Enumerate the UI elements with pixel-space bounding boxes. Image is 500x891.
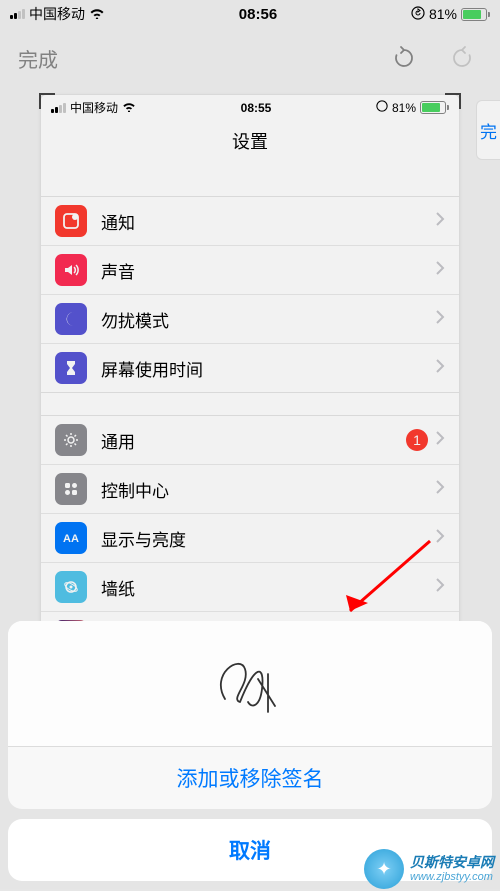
wifi-icon bbox=[122, 101, 136, 115]
status-time: 08:56 bbox=[239, 6, 277, 23]
markup-toolbar: 完成 bbox=[0, 28, 500, 88]
chevron-right-icon bbox=[436, 261, 445, 280]
rotation-lock-icon bbox=[376, 100, 388, 115]
chevron-right-icon bbox=[436, 431, 445, 450]
settings-label: 通用 bbox=[101, 428, 406, 453]
wifi-icon bbox=[89, 6, 105, 22]
chevron-right-icon bbox=[436, 212, 445, 231]
general-icon bbox=[55, 424, 87, 456]
controlcenter-icon bbox=[55, 473, 87, 505]
redo-button[interactable] bbox=[442, 38, 482, 78]
status-time: 08:55 bbox=[241, 101, 272, 115]
notification-badge: 1 bbox=[406, 429, 428, 451]
settings-label: 屏幕使用时间 bbox=[101, 356, 436, 381]
battery-pct: 81% bbox=[392, 101, 416, 115]
add-remove-signature-button[interactable]: 添加或移除签名 bbox=[8, 746, 492, 809]
settings-row-screentime[interactable]: 屏幕使用时间 bbox=[41, 343, 459, 392]
page-title: 设置 bbox=[41, 120, 459, 168]
watermark-url: www.zjbstyy.com bbox=[410, 871, 494, 883]
crop-handle-tl[interactable] bbox=[39, 93, 55, 109]
signature-preview[interactable] bbox=[8, 621, 492, 746]
settings-row-sound[interactable]: 声音 bbox=[41, 245, 459, 294]
carrier-label: 中国移动 bbox=[29, 4, 85, 24]
done-label-peek: 完 bbox=[480, 118, 497, 143]
display-icon: AA bbox=[55, 522, 87, 554]
settings-row-controlcenter[interactable]: 控制中心 bbox=[41, 464, 459, 513]
settings-label: 通知 bbox=[101, 209, 436, 234]
watermark: ✦ 贝斯特安卓网 www.zjbstyy.com bbox=[364, 849, 494, 889]
settings-row-notifications[interactable]: 通知 bbox=[41, 197, 459, 245]
signature-action-sheet: 添加或移除签名 取消 bbox=[8, 621, 492, 881]
sound-icon bbox=[55, 254, 87, 286]
dnd-icon bbox=[55, 303, 87, 335]
svg-text:AA: AA bbox=[63, 533, 79, 545]
settings-row-general[interactable]: 通用 1 bbox=[41, 416, 459, 464]
chevron-right-icon bbox=[436, 359, 445, 378]
battery-pct: 81% bbox=[429, 6, 457, 22]
chevron-right-icon bbox=[436, 480, 445, 499]
signal-icon bbox=[10, 9, 25, 19]
watermark-brand: 贝斯特安卓网 bbox=[410, 855, 494, 870]
carrier-label: 中国移动 bbox=[70, 99, 118, 116]
signature-glyph bbox=[190, 644, 310, 724]
battery-icon bbox=[461, 8, 490, 21]
settings-group: 通知 声音 勿扰模式 屏幕使用时间 bbox=[41, 196, 459, 393]
screentime-icon bbox=[55, 352, 87, 384]
rotation-lock-icon bbox=[411, 6, 425, 23]
next-screenshot-peek[interactable]: 完 bbox=[476, 100, 500, 160]
done-button[interactable]: 完成 bbox=[18, 44, 58, 73]
settings-row-dnd[interactable]: 勿扰模式 bbox=[41, 294, 459, 343]
wallpaper-icon bbox=[55, 571, 87, 603]
annotation-arrow bbox=[330, 536, 440, 631]
inner-status-bar: 中国移动 08:55 81% bbox=[41, 95, 459, 120]
watermark-logo-icon: ✦ bbox=[364, 849, 404, 889]
settings-label: 控制中心 bbox=[101, 477, 436, 502]
undo-button[interactable] bbox=[384, 38, 424, 78]
settings-label: 声音 bbox=[101, 258, 436, 283]
settings-label: 勿扰模式 bbox=[101, 307, 436, 332]
crop-handle-tr[interactable] bbox=[445, 93, 461, 109]
chevron-right-icon bbox=[436, 310, 445, 329]
notifications-icon bbox=[55, 205, 87, 237]
outer-status-bar: 中国移动 08:56 81% bbox=[0, 0, 500, 28]
